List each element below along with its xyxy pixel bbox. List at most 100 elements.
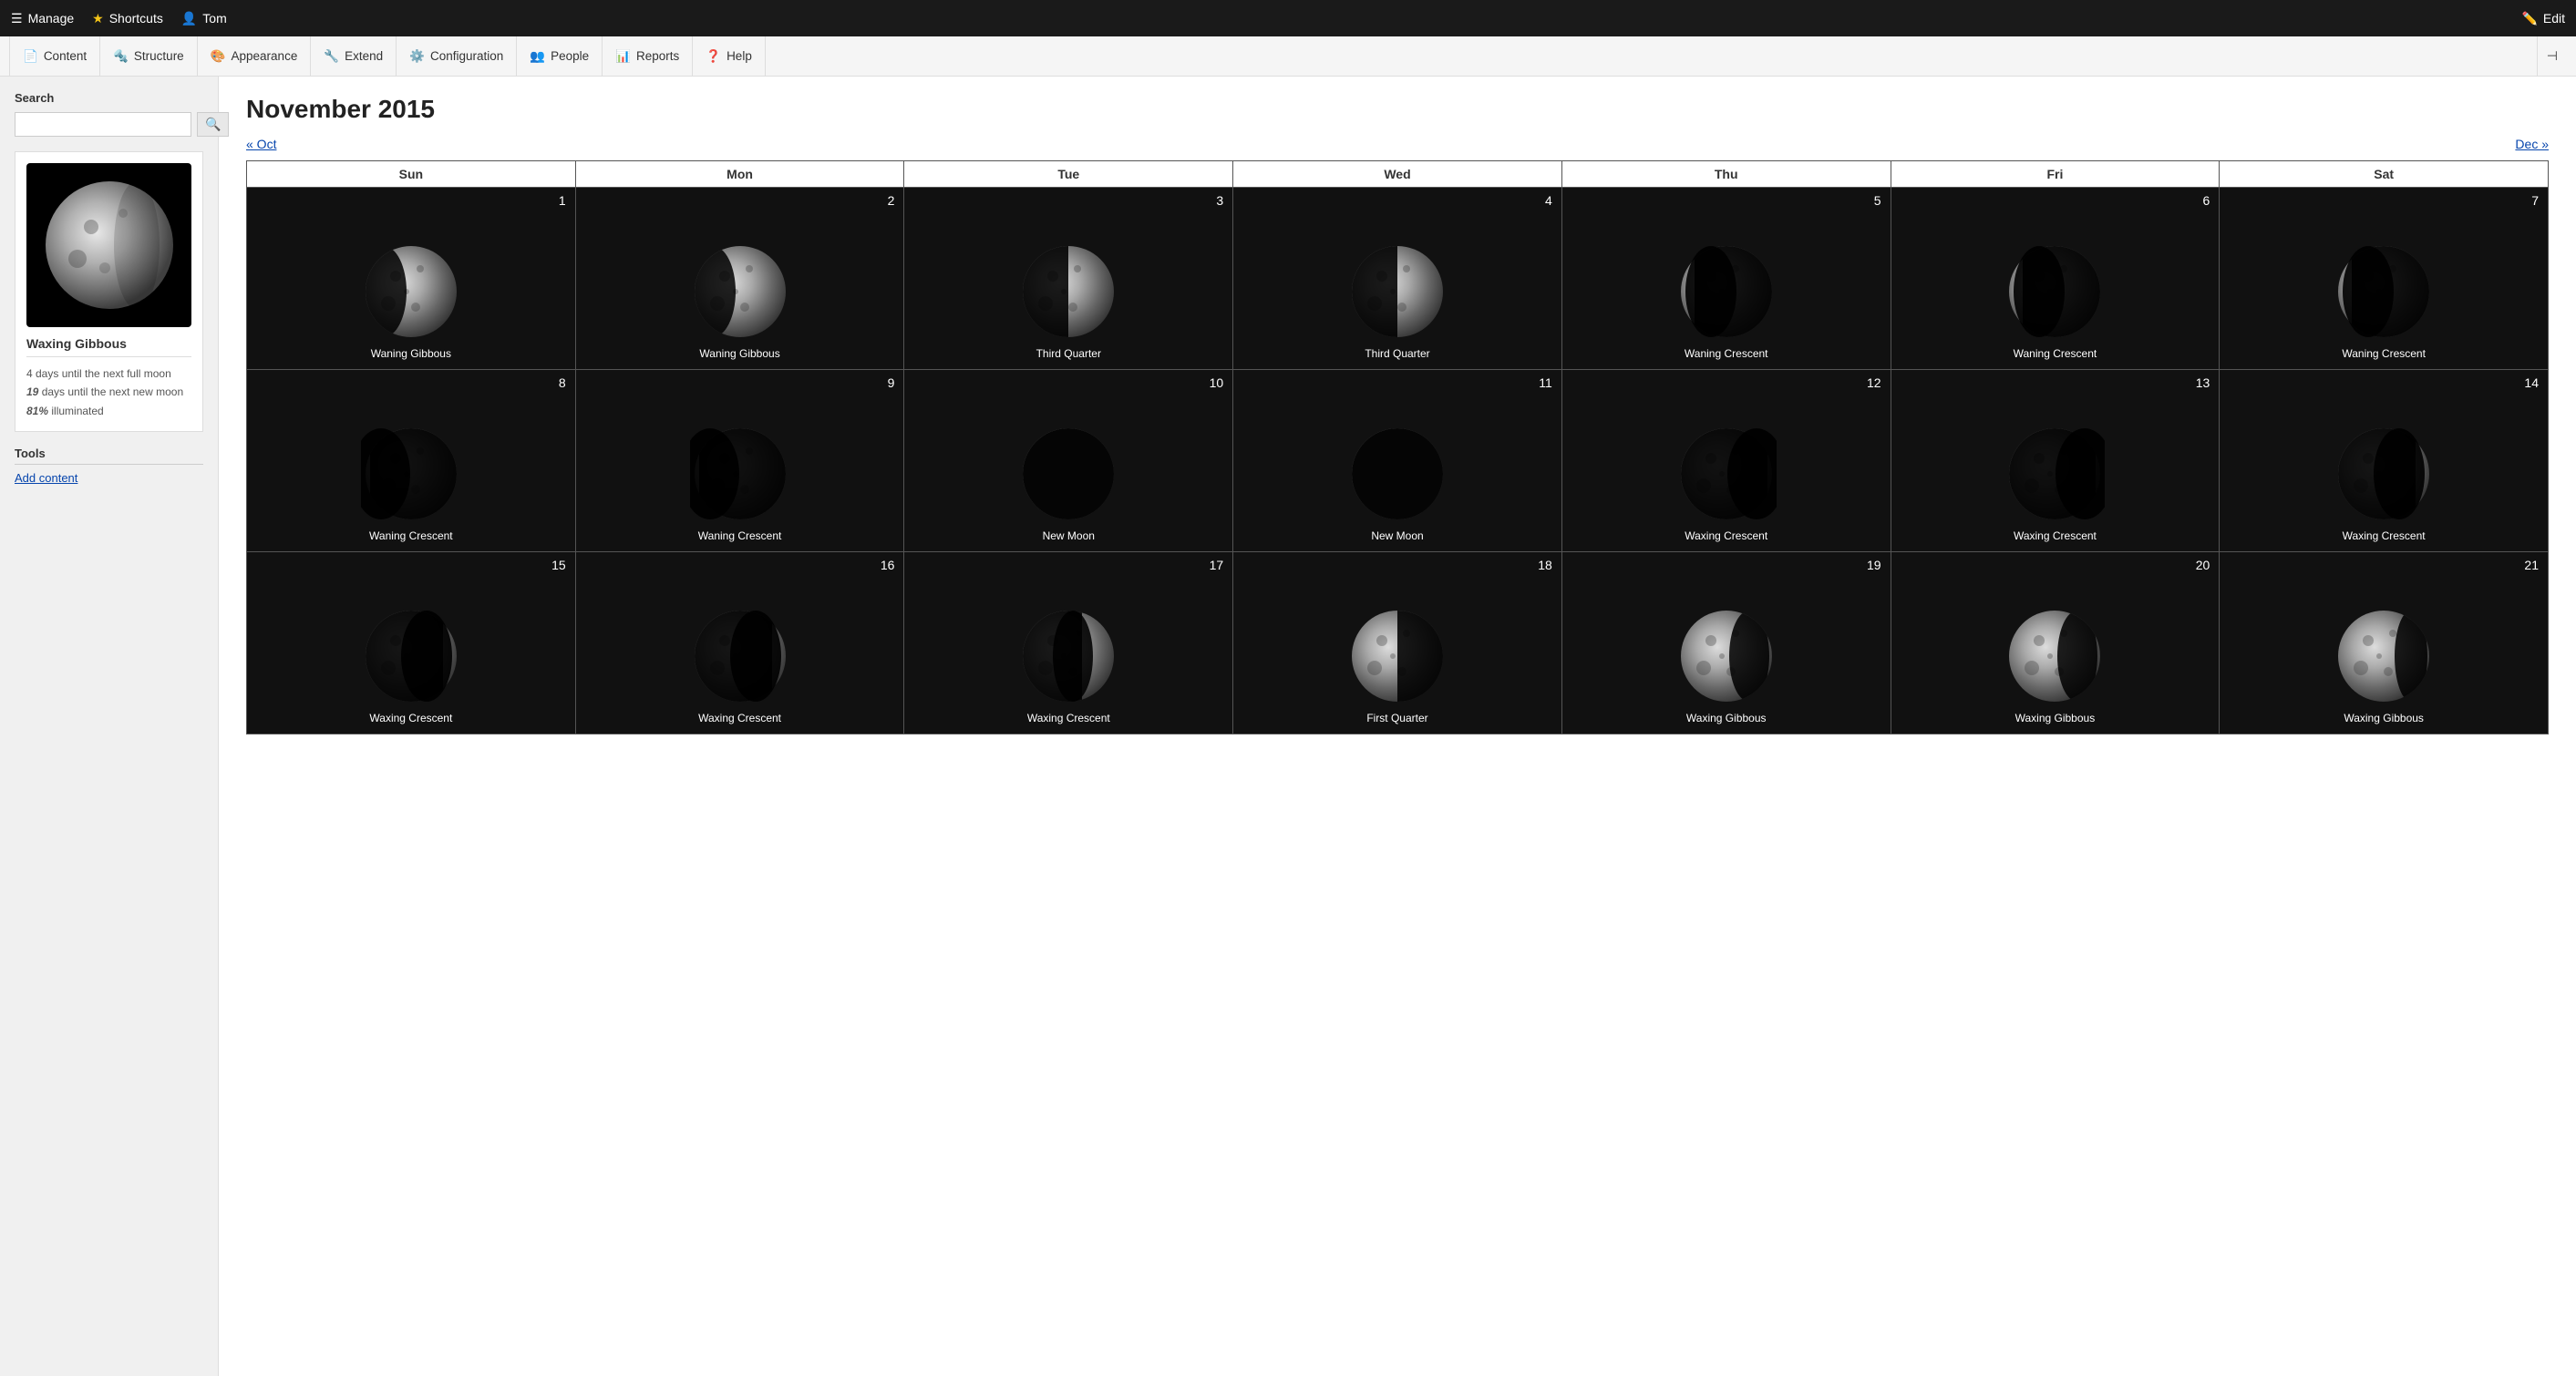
cal-cell-day-3[interactable]: 3 Third Quarter [904, 188, 1233, 370]
cal-header-wed: Wed [1233, 161, 1562, 188]
cal-day-number: 7 [2531, 193, 2539, 208]
cal-cell-day-9[interactable]: 9Waning Crescent [576, 370, 905, 552]
cal-day-number: 1 [559, 193, 566, 208]
cal-cell-day-5[interactable]: 5 Waning Crescent [1562, 188, 1891, 370]
calendar-grid: SunMonTueWedThuFriSat1Waning Gibbous2Wan… [246, 160, 2549, 734]
menu-extend[interactable]: 🔧 Extend [311, 36, 397, 77]
cal-cell-day-4[interactable]: 4Third Quarter [1233, 188, 1562, 370]
search-input[interactable] [15, 112, 191, 137]
search-title: Search [15, 91, 203, 105]
cal-cell-day-21[interactable]: 21Waxing Gibbous [2220, 552, 2549, 734]
cal-day-number: 5 [1874, 193, 1881, 208]
sidebar-toggle[interactable]: ⊣ [2537, 36, 2567, 77]
moon-phase-label: Waxing Gibbous [1686, 712, 1767, 724]
days-new: 19 days until the next new moon [26, 383, 191, 401]
moon-phase-label: Waning Crescent [2014, 347, 2097, 360]
add-content-link[interactable]: Add content [15, 471, 77, 485]
cal-day-number: 13 [2196, 375, 2210, 390]
cal-day-number: 15 [551, 558, 566, 572]
cal-day-number: 12 [1867, 375, 1881, 390]
sidebar-moon-image [26, 163, 191, 327]
people-icon: 👥 [530, 49, 545, 64]
moon-svg-day-13 [2004, 424, 2105, 524]
moon-svg-day-10 [1018, 424, 1118, 524]
moon-svg-day-16 [690, 606, 790, 706]
cal-day-number: 18 [1538, 558, 1552, 572]
moon-phase-label: Waning Crescent [1685, 347, 1768, 360]
menu-content[interactable]: 📄 Content [9, 36, 100, 77]
moon-svg-day-11 [1347, 424, 1448, 524]
cal-cell-day-8[interactable]: 8Waning Crescent [247, 370, 576, 552]
moon-phase-label: Waning Gibbous [699, 347, 779, 360]
illuminated-em: 81% [26, 405, 48, 417]
tools-title: Tools [15, 447, 203, 465]
cal-cell-day-15[interactable]: 15Waxing Crescent [247, 552, 576, 734]
admin-bar: 📄 Content 🔩 Structure 🎨 Appearance 🔧 Ext… [0, 36, 2576, 77]
menu-people[interactable]: 👥 People [517, 36, 603, 77]
moon-phase-label: New Moon [1371, 529, 1423, 542]
moon-phase-label: Third Quarter [1036, 347, 1101, 360]
menu-reports[interactable]: 📊 Reports [603, 36, 693, 77]
cal-day-number: 20 [2196, 558, 2210, 572]
menu-configuration[interactable]: ⚙️ Configuration [397, 36, 517, 77]
shortcuts-menu[interactable]: ★ Shortcuts [92, 11, 163, 26]
cal-day-number: 4 [1545, 193, 1552, 208]
cal-day-number: 3 [1216, 193, 1223, 208]
cal-cell-day-19[interactable]: 19Waxing Gibbous [1562, 552, 1891, 734]
moon-phase-label: Waxing Crescent [2343, 529, 2426, 542]
moon-svg-day-14 [2334, 424, 2434, 524]
user-icon: 👤 [181, 11, 197, 26]
hamburger-icon: ☰ [11, 11, 23, 26]
menu-appearance[interactable]: 🎨 Appearance [198, 36, 312, 77]
moon-svg-day-8 [361, 424, 461, 524]
cal-cell-day-10[interactable]: 10New Moon [904, 370, 1233, 552]
cal-cell-day-2[interactable]: 2Waning Gibbous [576, 188, 905, 370]
moon-svg-day-1 [361, 241, 461, 342]
cal-day-number: 10 [1210, 375, 1224, 390]
cal-cell-day-11[interactable]: 11 New Moon [1233, 370, 1562, 552]
cal-day-number: 8 [559, 375, 566, 390]
cal-cell-day-1[interactable]: 1Waning Gibbous [247, 188, 576, 370]
cal-cell-day-7[interactable]: 7Waning Crescent [2220, 188, 2549, 370]
moon-svg-day-17 [1018, 606, 1118, 706]
manage-menu[interactable]: ☰ Manage [11, 11, 74, 26]
tools-section: Tools Add content [15, 447, 203, 485]
top-bar: ☰ Manage ★ Shortcuts 👤 Tom ✏️ Edit [0, 0, 2576, 36]
moon-svg-day-5 [1676, 241, 1777, 342]
cal-day-number: 9 [888, 375, 895, 390]
cal-cell-day-13[interactable]: 13Waxing Crescent [1891, 370, 2221, 552]
moon-phase-label: First Quarter [1366, 712, 1427, 724]
menu-appearance-label: Appearance [232, 49, 298, 63]
page-title: November 2015 [246, 95, 2549, 124]
sidebar-moon-info: 4 days until the next full moon 19 days … [26, 365, 191, 420]
user-menu[interactable]: 👤 Tom [181, 11, 227, 26]
cal-header-tue: Tue [904, 161, 1233, 188]
cal-cell-day-17[interactable]: 17Waxing Crescent [904, 552, 1233, 734]
moon-phase-label: Waxing Crescent [698, 712, 781, 724]
cal-cell-day-12[interactable]: 12Waxing Crescent [1562, 370, 1891, 552]
cal-cell-day-20[interactable]: 20Waxing Gibbous [1891, 552, 2221, 734]
moon-svg-day-15 [361, 606, 461, 706]
menu-content-label: Content [44, 49, 87, 63]
search-box: 🔍 [15, 112, 203, 137]
cal-cell-day-14[interactable]: 14Waxing Crescent [2220, 370, 2549, 552]
user-label: Tom [202, 11, 226, 26]
sidebar-moon-name: Waxing Gibbous [26, 336, 191, 357]
cal-header-mon: Mon [576, 161, 905, 188]
cal-cell-day-6[interactable]: 6Waning Crescent [1891, 188, 2221, 370]
sidebar-moon-svg [41, 177, 178, 313]
cal-day-number: 16 [881, 558, 895, 572]
menu-help[interactable]: ❓ Help [693, 36, 766, 77]
manage-label: Manage [28, 11, 75, 26]
cal-cell-day-18[interactable]: 18 First Quarter [1233, 552, 1562, 734]
cal-header-sat: Sat [2220, 161, 2549, 188]
moon-svg-day-7 [2334, 241, 2434, 342]
next-month-link[interactable]: Dec » [2515, 137, 2549, 151]
prev-month-link[interactable]: « Oct [246, 137, 276, 151]
menu-reports-label: Reports [636, 49, 679, 63]
cal-cell-day-16[interactable]: 16 Waxing Crescent [576, 552, 905, 734]
cal-day-number: 11 [1539, 375, 1552, 390]
edit-button[interactable]: ✏️ Edit [2521, 11, 2565, 26]
moon-svg-day-9 [690, 424, 790, 524]
menu-structure[interactable]: 🔩 Structure [100, 36, 198, 77]
